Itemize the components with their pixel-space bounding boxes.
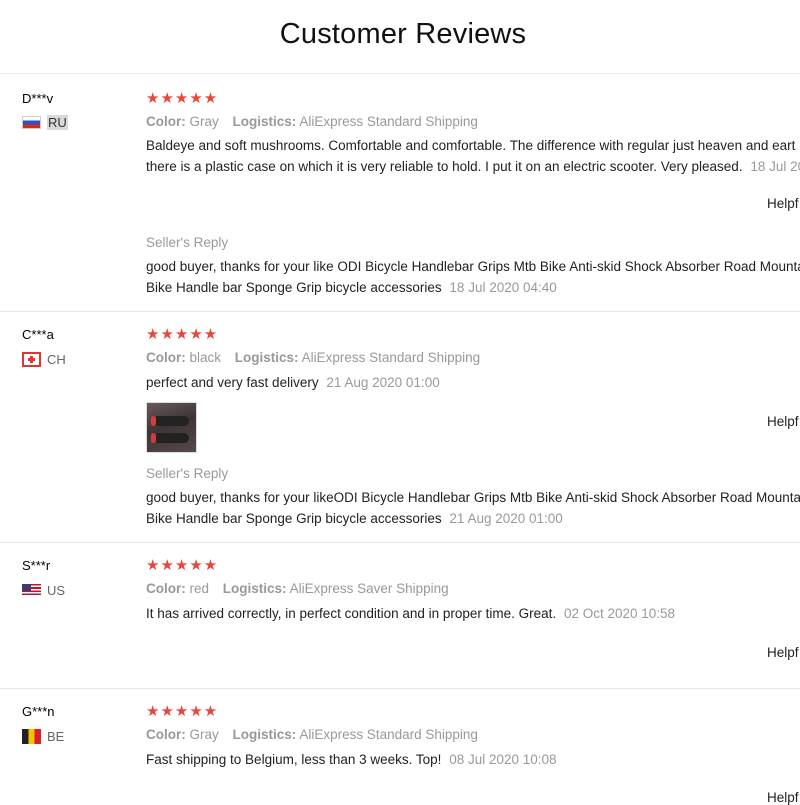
color-value: red xyxy=(189,581,210,596)
usa-flag-icon xyxy=(22,584,41,597)
divider xyxy=(0,688,800,689)
reviewer-country: RU xyxy=(22,115,68,130)
divider xyxy=(0,311,800,312)
review-text: Baldeye and soft mushrooms. Comfortable … xyxy=(146,135,800,177)
review-date: 08 Jul 2020 10:08 xyxy=(449,752,557,767)
star-rating: ★★★★★ xyxy=(146,90,219,107)
reviewer-name: D***v xyxy=(22,91,54,106)
review-meta: Color: Gray Logistics: AliExpress Standa… xyxy=(146,727,478,742)
country-code: BE xyxy=(47,729,65,744)
reply-text-line: good buyer, thanks for your like ODI Bic… xyxy=(146,259,800,274)
color-label: Color: xyxy=(146,727,186,742)
switzerland-flag-icon xyxy=(22,352,41,367)
reviewer-name: S***r xyxy=(22,558,51,573)
helpful-button[interactable]: Helpf xyxy=(767,645,799,660)
helpful-button[interactable]: Helpf xyxy=(767,196,799,211)
review-text: perfect and very fast delivery 21 Aug 20… xyxy=(146,372,440,393)
review-text-line: Baldeye and soft mushrooms. Comfortable … xyxy=(146,138,796,153)
country-code: RU xyxy=(47,115,68,130)
logistics-value: AliExpress Standard Shipping xyxy=(299,114,478,129)
logistics-label: Logistics: xyxy=(232,727,297,742)
review-text-content: Fast shipping to Belgium, less than 3 we… xyxy=(146,752,442,767)
review-date: 21 Aug 2020 01:00 xyxy=(326,375,440,390)
reviewer-name: C***a xyxy=(22,327,54,342)
russia-flag-icon xyxy=(22,116,41,129)
review-text: Fast shipping to Belgium, less than 3 we… xyxy=(146,749,557,770)
reviewer-name: G***n xyxy=(22,704,55,719)
logistics-value: AliExpress Standard Shipping xyxy=(299,727,478,742)
star-rating: ★★★★★ xyxy=(146,703,219,720)
page-title: Customer Reviews xyxy=(279,18,527,50)
country-code: CH xyxy=(47,352,66,367)
belgium-flag-icon xyxy=(22,729,41,744)
review-meta: Color: black Logistics: AliExpress Stand… xyxy=(146,350,480,365)
seller-reply-label: Seller's Reply xyxy=(146,235,229,250)
divider xyxy=(0,73,800,74)
seller-reply-text: good buyer, thanks for your likeODI Bicy… xyxy=(146,487,800,529)
helpful-button[interactable]: Helpf xyxy=(767,414,799,429)
logistics-label: Logistics: xyxy=(222,581,287,596)
star-rating: ★★★★★ xyxy=(146,326,219,343)
color-label: Color: xyxy=(146,114,186,129)
review-meta: Color: Gray Logistics: AliExpress Standa… xyxy=(146,114,478,129)
color-value: Gray xyxy=(189,114,219,129)
reviewer-country: US xyxy=(22,583,65,598)
review-text-content: perfect and very fast delivery xyxy=(146,375,319,390)
review-text: It has arrived correctly, in perfect con… xyxy=(146,603,675,624)
logistics-label: Logistics: xyxy=(234,350,299,365)
reply-text-line: good buyer, thanks for your likeODI Bicy… xyxy=(146,490,800,505)
color-label: Color: xyxy=(146,350,186,365)
review-meta: Color: red Logistics: AliExpress Saver S… xyxy=(146,581,449,596)
color-value: Gray xyxy=(189,727,219,742)
reply-date: 21 Aug 2020 01:00 xyxy=(449,511,563,526)
logistics-label: Logistics: xyxy=(232,114,297,129)
review-photo-thumbnail[interactable] xyxy=(146,402,197,453)
country-code: US xyxy=(47,583,66,598)
reply-text-content: Bike Handle bar Sponge Grip bicycle acce… xyxy=(146,280,442,295)
logistics-value: AliExpress Saver Shipping xyxy=(289,581,449,596)
reply-text-line: Bike Handle bar Sponge Grip bicycle acce… xyxy=(146,277,800,298)
helpful-button[interactable]: Helpf xyxy=(767,790,799,805)
logistics-value: AliExpress Standard Shipping xyxy=(301,350,481,365)
review-date: 18 Jul 20 xyxy=(750,159,800,174)
review-text-line: there is a plastic case on which it is v… xyxy=(146,156,800,177)
seller-reply-label: Seller's Reply xyxy=(146,466,229,481)
star-rating: ★★★★★ xyxy=(146,557,219,574)
divider xyxy=(0,542,800,543)
review-text-content: there is a plastic case on which it is v… xyxy=(146,159,743,174)
reviewer-country: BE xyxy=(22,729,64,744)
reply-text-line: Bike Handle bar Sponge Grip bicycle acce… xyxy=(146,508,800,529)
reply-text-content: Bike Handle bar Sponge Grip bicycle acce… xyxy=(146,511,442,526)
reviewer-country: CH xyxy=(22,352,66,367)
color-value: black xyxy=(189,350,222,365)
review-text-content: It has arrived correctly, in perfect con… xyxy=(146,606,557,621)
seller-reply-text: good buyer, thanks for your like ODI Bic… xyxy=(146,256,800,298)
review-date: 02 Oct 2020 10:58 xyxy=(563,606,676,621)
reply-date: 18 Jul 2020 04:40 xyxy=(449,280,557,295)
color-label: Color: xyxy=(146,581,186,596)
